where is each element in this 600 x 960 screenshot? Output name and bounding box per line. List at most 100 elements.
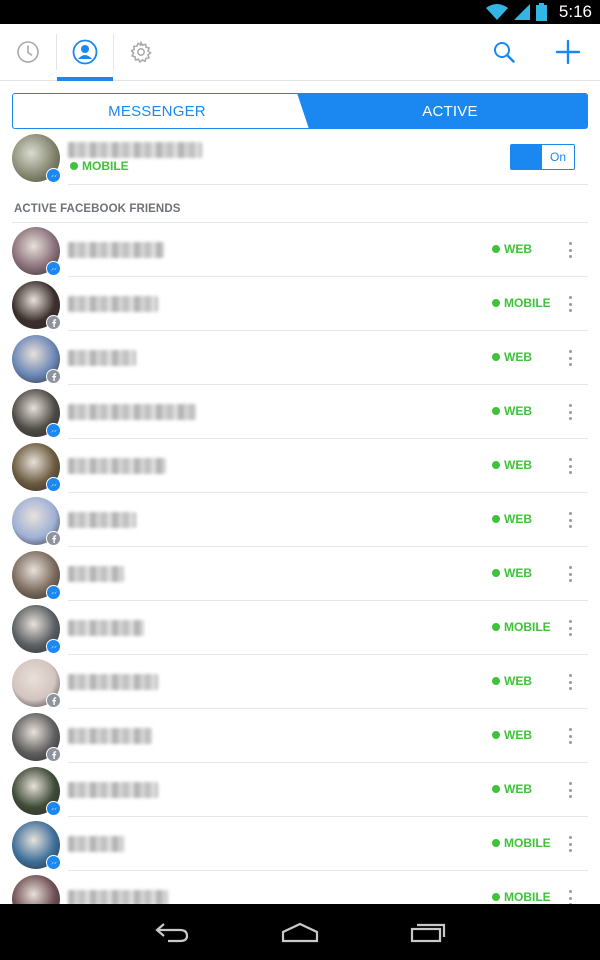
messenger-badge-icon [46,261,61,276]
friend-status: WEB [492,728,532,742]
my-status: MOBILE [70,159,129,173]
avatar [12,281,61,330]
more-options-icon[interactable] [564,780,576,800]
friend-status-label: MOBILE [504,296,551,310]
recents-button[interactable] [388,904,468,960]
friend-row[interactable]: WEB [0,331,600,385]
messenger-badge-icon [46,477,61,492]
toggle-fill [511,145,542,169]
messenger-badge-icon [46,639,61,654]
search-button[interactable] [476,24,532,80]
tab-settings[interactable] [113,24,169,80]
chat-availability-toggle[interactable]: On [510,144,575,170]
status-icons: 5:16 [485,0,592,24]
friend-status-label: MOBILE [504,890,551,904]
friend-row[interactable]: WEB [0,655,600,709]
home-button[interactable] [260,904,340,960]
back-button[interactable] [132,904,212,960]
friend-name-blurred [68,296,158,312]
back-icon [155,923,189,943]
top-bar [0,24,600,81]
friend-status-label: WEB [504,782,532,796]
friend-row[interactable]: MOBILE [0,871,600,904]
avatar [12,551,61,600]
friend-row[interactable]: MOBILE [0,601,600,655]
my-status-label: MOBILE [82,159,129,173]
friend-name-blurred [68,512,136,528]
more-options-icon[interactable] [564,294,576,314]
friend-row[interactable]: WEB [0,493,600,547]
avatar [12,497,61,546]
status-time: 5:16 [558,2,592,21]
friend-name-blurred [68,404,196,420]
segment-active[interactable]: ACTIVE [312,93,588,129]
friend-row[interactable]: WEB [0,763,600,817]
friend-row[interactable]: WEB [0,709,600,763]
friend-status: WEB [492,242,532,256]
friend-row[interactable]: MOBILE [0,817,600,871]
online-dot-icon [492,407,500,415]
messenger-badge-icon [46,855,61,870]
segmented-control: MESSENGER ACTIVE [12,93,588,129]
friend-status: MOBILE [492,296,551,310]
more-options-icon[interactable] [564,510,576,530]
facebook-badge-icon [46,315,61,330]
more-options-icon[interactable] [564,456,576,476]
facebook-badge-icon [46,747,61,762]
friend-status-label: WEB [504,566,532,580]
friend-row[interactable]: WEB [0,385,600,439]
avatar [12,134,61,183]
friend-status-label: WEB [504,350,532,364]
signal-icon [513,4,530,20]
avatar [12,605,61,654]
friend-status: MOBILE [492,890,551,904]
avatar [12,443,61,492]
navigation-bar [0,904,600,960]
recents-icon [410,923,446,943]
friend-status: WEB [492,404,532,418]
more-options-icon[interactable] [564,240,576,260]
friend-status-label: MOBILE [504,620,551,634]
friend-row[interactable]: WEB [0,223,600,277]
friend-status: WEB [492,674,532,688]
tab-people[interactable] [57,24,113,81]
facebook-badge-icon [46,693,61,708]
online-dot-icon [492,569,500,577]
more-options-icon[interactable] [564,618,576,638]
online-dot-icon [492,299,500,307]
friend-status-label: WEB [504,404,532,418]
friend-status: MOBILE [492,620,551,634]
avatar [12,335,61,384]
more-options-icon[interactable] [564,564,576,584]
online-dot-icon [492,461,500,469]
more-options-icon[interactable] [564,402,576,422]
avatar [12,767,61,816]
more-options-icon[interactable] [564,672,576,692]
online-dot-icon [492,623,500,631]
more-options-icon[interactable] [564,834,576,854]
tab-recent[interactable] [0,24,56,80]
avatar [12,713,61,762]
online-dot-icon [492,677,500,685]
friend-row[interactable]: MOBILE [0,277,600,331]
more-options-icon[interactable] [564,888,576,904]
plus-icon [555,39,581,65]
friend-status-label: MOBILE [504,836,551,850]
more-options-icon[interactable] [564,348,576,368]
friend-name-blurred [68,890,168,904]
friend-status: WEB [492,782,532,796]
status-bar: 5:16 [0,0,600,24]
friends-list[interactable]: WEB MOBILE WEB WEB WEB WEB WEB MOBILE WEB WEB WEB M… [0,223,600,904]
more-options-icon[interactable] [564,726,576,746]
messenger-badge-icon [46,801,61,816]
friend-row[interactable]: WEB [0,439,600,493]
online-dot-icon [492,893,500,901]
friend-row[interactable]: WEB [0,547,600,601]
add-button[interactable] [540,24,596,80]
friend-status: WEB [492,350,532,364]
online-dot-icon [492,839,500,847]
friend-name-blurred [68,674,158,690]
facebook-badge-icon [46,369,61,384]
friend-name-blurred [68,458,166,474]
wifi-icon [485,4,508,20]
